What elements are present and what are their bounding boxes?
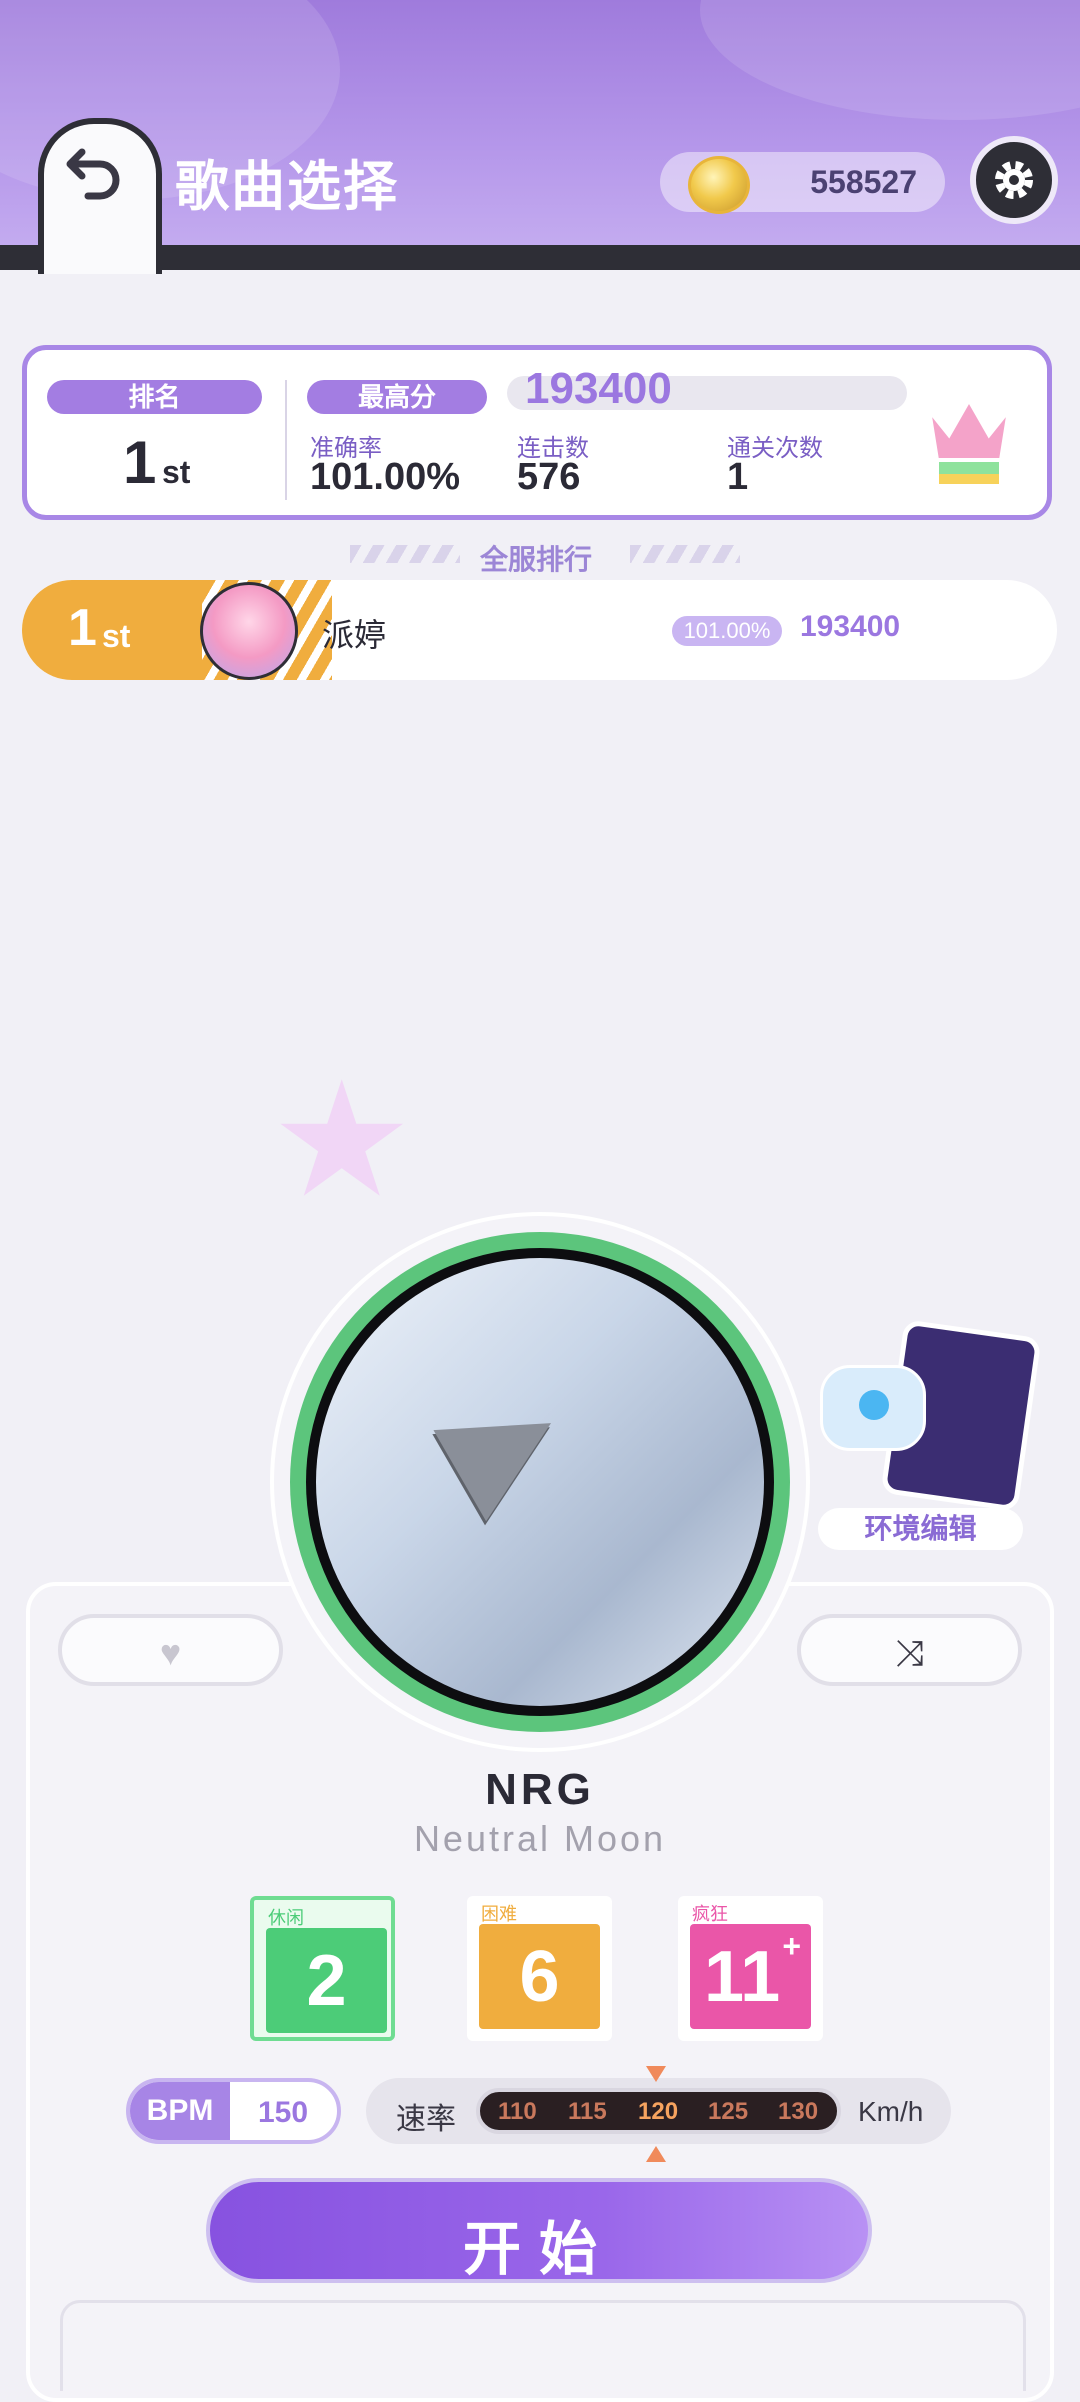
avatar[interactable] [200, 582, 298, 680]
personal-best-panel: 排名 1 st 最高分 193400 准确率 101.00% 连击数 576 通… [22, 345, 1052, 520]
coin-value: 558527 [810, 164, 917, 200]
speed-option[interactable]: 125 [708, 2098, 748, 2126]
shuffle-icon: ⤨ [895, 1632, 924, 1673]
header-divider [0, 245, 1080, 270]
difficulty-level-box: 2 [266, 1928, 387, 2033]
header-decoration [700, 0, 1080, 120]
song-title: NRG [485, 1765, 595, 1814]
difficulty-level: 2 [306, 1941, 347, 2021]
rank-suffix: st [162, 454, 191, 490]
start-button[interactable]: 开始 [206, 2178, 872, 2283]
album-cover[interactable]: ▲ [316, 1258, 764, 1706]
song-artist: Neutral Moon [413, 1818, 667, 1859]
leaderboard-rank: 1 [68, 599, 97, 657]
decoration [630, 545, 740, 563]
rank-label: 排名 [47, 380, 262, 414]
album-logo-art: ▲ [381, 1317, 641, 1566]
difficulty-name: 困难 [481, 1904, 517, 1924]
rank-badge-icon [925, 395, 1013, 484]
difficulty-crazy[interactable]: 疯狂 11 + [678, 1896, 823, 2041]
panel-divider [285, 380, 287, 500]
difficulty-level: 6 [519, 1937, 560, 2017]
back-button[interactable] [38, 118, 162, 274]
heart-icon: ♥ [159, 1632, 182, 1673]
high-score-label: 最高分 [307, 380, 487, 414]
leaderboard-row[interactable]: 1 st 派婷 101.00% 193400 [22, 580, 1057, 680]
player-name: 派婷 [322, 617, 387, 653]
speed-option[interactable]: 130 [778, 2098, 818, 2126]
speed-option-selected[interactable]: 120 [638, 2098, 678, 2126]
coin-counter: 558527 [660, 152, 945, 214]
environment-edit-button[interactable]: 环境编辑 [818, 1508, 1023, 1550]
server-ranking-title: 全服排行 [480, 544, 593, 575]
difficulty-level-box: 11 + [690, 1924, 811, 2029]
difficulty-name: 疯狂 [692, 1904, 728, 1924]
difficulty-name: 休闲 [268, 1908, 304, 1928]
player-accuracy: 101.00% [672, 616, 782, 646]
rank-number: 1 [123, 429, 157, 496]
shuffle-button[interactable]: ⤨ [797, 1614, 1022, 1686]
star-decoration-icon: ★ [270, 1050, 414, 1229]
leaderboard-rank-suffix: st [102, 618, 131, 654]
coin-icon [688, 156, 750, 214]
speed-option[interactable]: 110 [498, 2098, 537, 2126]
page-title: 歌曲选择 [175, 157, 399, 217]
combo-value: 576 [517, 456, 581, 498]
speed-option[interactable]: 115 [568, 2098, 607, 2126]
difficulty-level-box: 6 [479, 1924, 600, 2029]
difficulty-plus: + [782, 1928, 801, 1964]
high-score-value: 193400 [525, 364, 672, 413]
accuracy-value: 101.00% [310, 456, 461, 498]
footer-decoration [60, 2300, 1026, 2391]
decoration [350, 545, 460, 563]
gear-icon [995, 161, 1033, 199]
favorite-button[interactable]: ♥ [58, 1614, 283, 1686]
header-bar [0, 0, 1080, 270]
speed-track[interactable]: 110 115 120 125 130 [476, 2088, 841, 2134]
start-label: 开始 [462, 2217, 615, 2282]
settings-button[interactable] [970, 136, 1058, 224]
robot-eye [859, 1390, 889, 1420]
bpm-value: 150 [258, 2096, 309, 2129]
speed-unit: Km/h [858, 2096, 924, 2127]
bpm-label: BPM [130, 2082, 230, 2140]
speed-selector: 速率 110 115 120 125 130 Km/h [366, 2078, 951, 2144]
robot-icon[interactable] [820, 1365, 926, 1451]
clears-value: 1 [727, 456, 749, 498]
speed-marker-icon [646, 2066, 666, 2082]
bpm-indicator: BPM 150 [126, 2078, 341, 2144]
difficulty-casual[interactable]: 休闲 2 [250, 1896, 395, 2041]
back-arrow-icon [66, 148, 120, 200]
player-score: 193400 [800, 610, 901, 643]
speed-label: 速率 [396, 2103, 456, 2136]
difficulty-hard[interactable]: 困难 6 [467, 1896, 612, 2041]
speed-marker-icon [646, 2146, 666, 2162]
